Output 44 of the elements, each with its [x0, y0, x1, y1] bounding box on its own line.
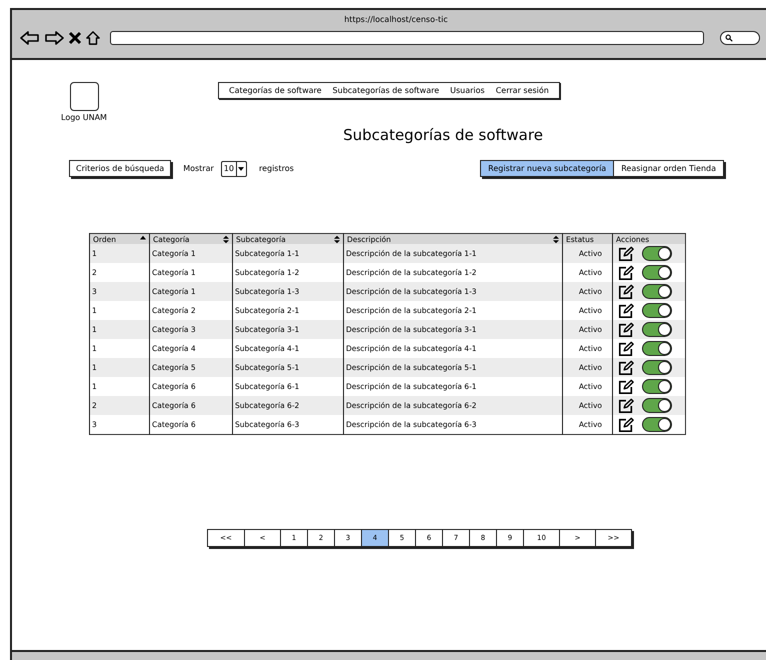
close-icon[interactable] [68, 31, 82, 45]
caret-icon [238, 166, 244, 170]
toggle-switch[interactable] [642, 322, 672, 337]
logo-placeholder [70, 82, 98, 111]
toggle-switch[interactable] [642, 417, 672, 432]
toggle-switch[interactable] [642, 360, 672, 375]
toggle-switch[interactable] [642, 398, 672, 413]
back-icon[interactable] [20, 30, 40, 46]
edit-icon[interactable] [618, 360, 634, 376]
sort-icon[interactable] [334, 234, 340, 244]
edit-icon[interactable] [618, 340, 634, 356]
search-criteria-button[interactable]: Criterios de búsqueda [69, 160, 172, 177]
search-field[interactable] [720, 31, 760, 45]
nav-link[interactable]: Cerrar sesión [496, 86, 549, 95]
forward-icon[interactable] [44, 30, 64, 46]
edit-icon[interactable] [618, 416, 634, 432]
sort-icon[interactable] [223, 234, 229, 244]
toggle-switch[interactable] [642, 379, 672, 394]
edit-icon[interactable] [618, 284, 634, 300]
home-icon[interactable] [86, 31, 100, 45]
toggle-switch[interactable] [642, 303, 672, 318]
toggle-switch[interactable] [642, 265, 672, 280]
nav-link[interactable]: Categorías de software [229, 86, 322, 95]
edit-icon[interactable] [618, 302, 634, 318]
nav-link[interactable]: Subcategorías de software [332, 86, 440, 95]
edit-icon[interactable] [618, 322, 634, 338]
edit-icon[interactable] [618, 378, 634, 394]
edit-icon[interactable] [618, 398, 634, 414]
page-url: https://localhost/censo-tic [344, 15, 448, 24]
nav-link[interactable]: Usuarios [450, 86, 485, 95]
toggle-switch[interactable] [642, 246, 672, 261]
search-icon [725, 34, 733, 42]
edit-icon[interactable] [618, 264, 634, 280]
sort-icon[interactable] [553, 234, 559, 244]
toggle-switch[interactable] [642, 284, 672, 299]
action-button[interactable]: Registrar nueva subcategoría [481, 161, 614, 176]
page-size-dropdown[interactable]: 10 [220, 160, 247, 176]
toggle-switch[interactable] [642, 341, 672, 356]
edit-icon[interactable] [618, 246, 634, 262]
page-title: Subcategorías de software [342, 126, 543, 144]
records-label: registros [258, 164, 294, 173]
address-bar[interactable] [110, 31, 704, 45]
show-label: Mostrar [183, 164, 214, 173]
logo-label: Logo UNAM [61, 113, 107, 122]
